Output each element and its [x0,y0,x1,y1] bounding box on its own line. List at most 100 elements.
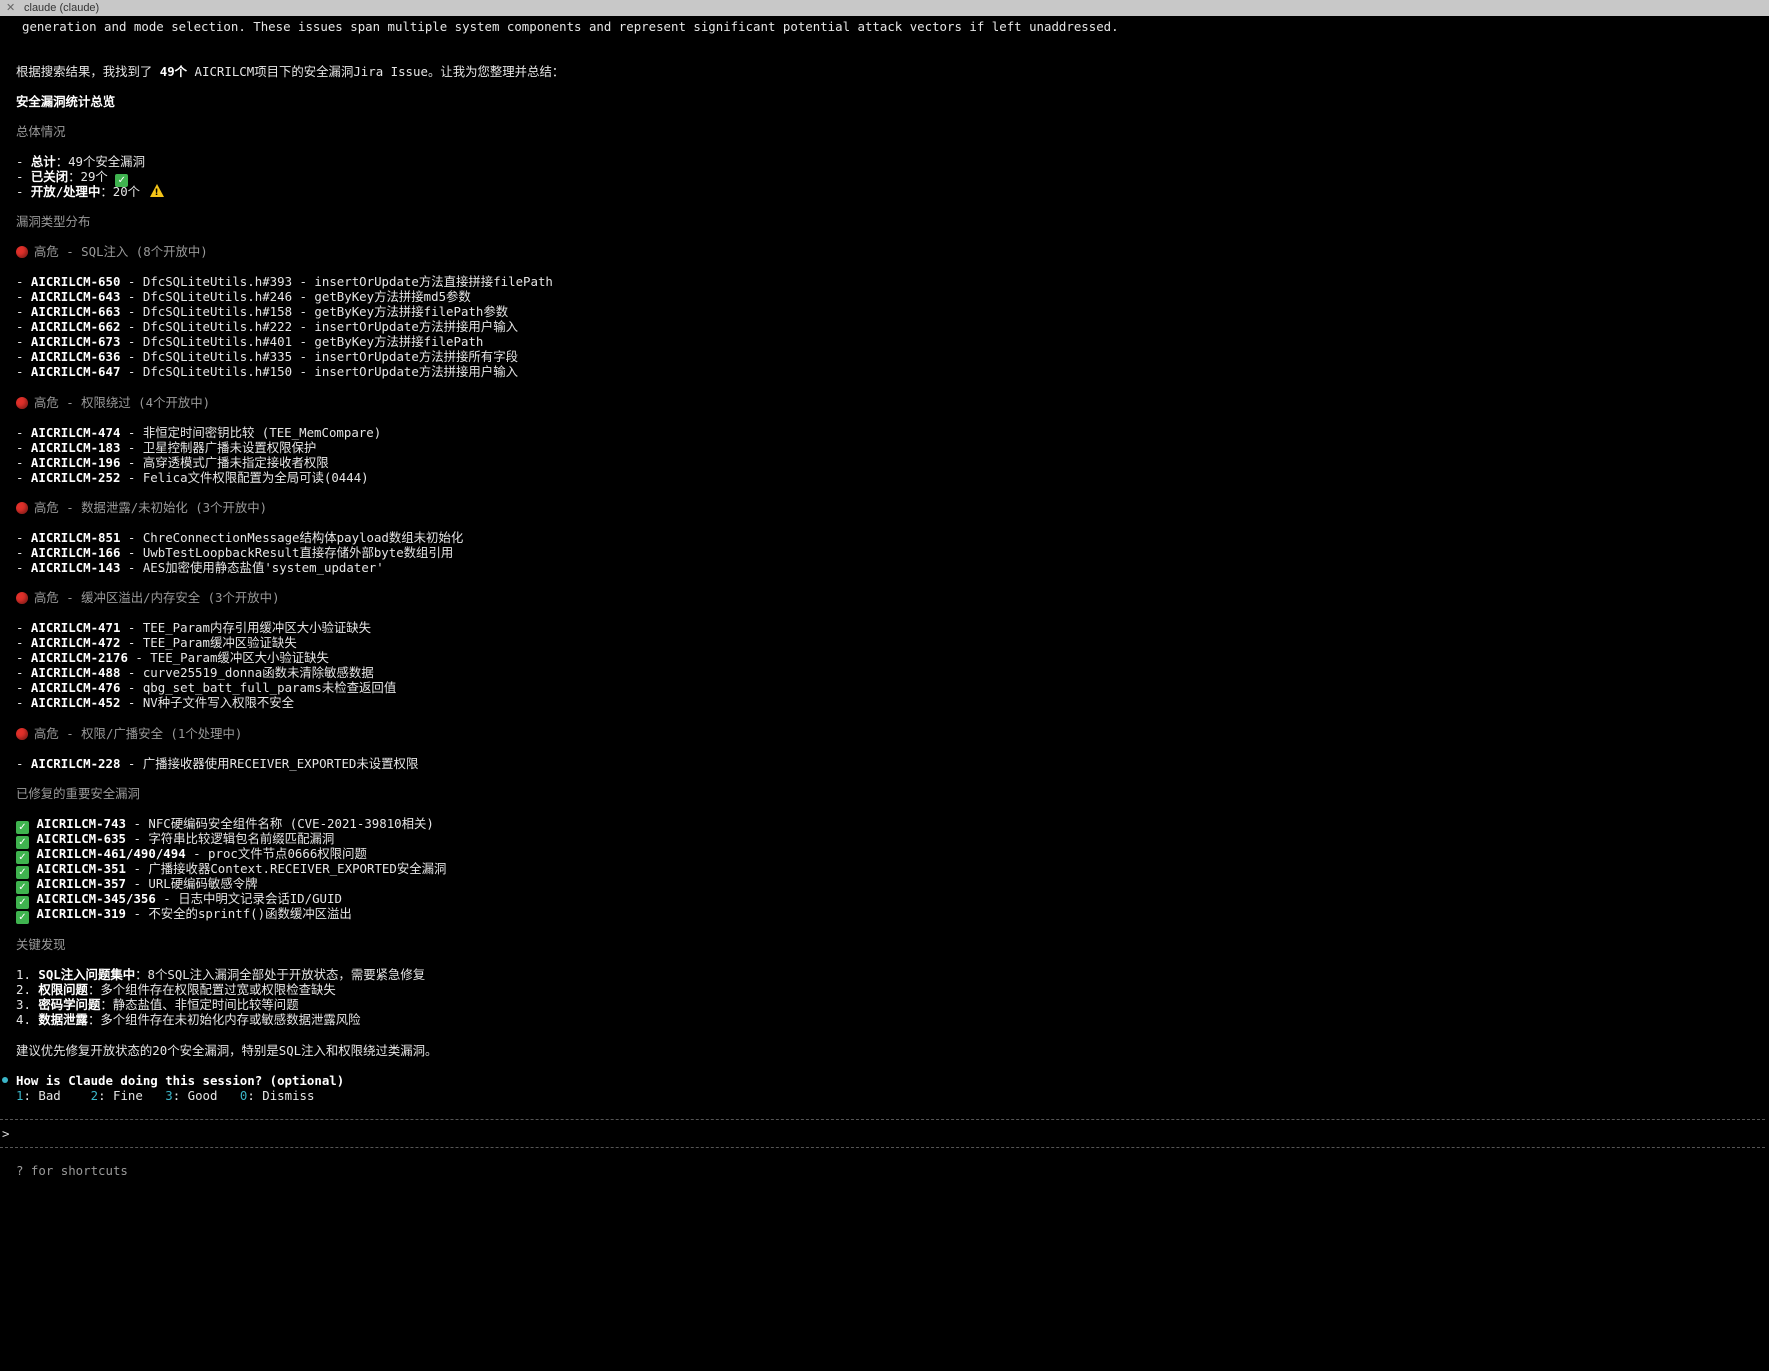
finding-desc: ：静态盐值、非恒定时间比较等问题 [100,997,299,1012]
finding-label: 权限问题 [38,982,88,997]
warning-icon [149,184,164,202]
issue-desc: - DfcSQLiteUtils.h#158 - getByKey方法拼接fil… [120,304,509,319]
issue-desc: - DfcSQLiteUtils.h#335 - insertOrUpdate方… [120,349,518,364]
chat-input[interactable] [16,1125,1756,1142]
issue-id: AICRILCM-357 [36,876,126,891]
finding-label: 密码学问题 [38,997,101,1012]
recommendation: 建议优先修复开放状态的20个安全漏洞，特别是SQL注入和权限绕过类漏洞。 [16,1043,438,1058]
issue-id: AICRILCM-472 [30,635,121,650]
finding-num: 4. [16,1012,39,1027]
issue-id: AICRILCM-643 [30,289,121,304]
issue-desc: - 不安全的sprintf()函数缓冲区溢出 [126,906,352,921]
issue-id: AICRILCM-635 [36,831,126,846]
finding-item: 4. 数据泄露：多个组件存在未初始化内存或敏感数据泄露风险 [16,1011,361,1028]
issue-desc: - TEE_Param缓冲区大小验证缺失 [127,650,329,665]
issue-desc: - ChreConnectionMessage结构体payload数组未初始化 [120,530,464,545]
intro-line: 根据搜索结果，我找到了 49个 AICRILCM项目下的安全漏洞Jira Iss… [16,63,564,80]
issue-id: AICRILCM-228 [30,756,121,771]
fixed-item: ✓ AICRILCM-319 - 不安全的sprintf()函数缓冲区溢出 [16,905,352,924]
group-heading-text: 高危 - 数据泄露/未初始化 (3个开放中) [34,500,268,515]
distribution-heading: 漏洞类型分布 [16,214,91,229]
issue-id: AICRILCM-166 [30,545,121,560]
top-line: generation and mode selection. These iss… [22,19,1119,34]
issue-desc: - 高穿透模式广播未指定接收者权限 [120,455,329,470]
issue-item: - AICRILCM-143 - AES加密使用静态盐值'system_upda… [16,560,384,575]
issue-id: AICRILCM-351 [36,861,126,876]
issue-item: - AICRILCM-452 - NV种子文件写入权限不安全 [16,695,295,710]
overall-heading: 总体情况 [16,124,66,139]
issue-id: AICRILCM-252 [30,470,121,485]
issue-id: AICRILCM-471 [30,620,121,635]
overall-value: ：29个 [68,169,116,184]
finding-num: 2. [16,982,39,997]
red-circle-icon [16,728,28,740]
issue-id: AICRILCM-851 [30,530,121,545]
summary-title: 安全漏洞统计总览 [16,94,116,109]
issue-id: AICRILCM-650 [30,274,121,289]
issue-desc: - 广播接收器Context.RECEIVER_EXPORTED安全漏洞 [126,861,447,876]
issue-desc: - Felica文件权限配置为全局可读(0444) [120,470,369,485]
red-circle-icon [16,592,28,604]
option-label: : Bad [23,1088,61,1103]
issue-desc: - AES加密使用静态盐值'system_updater' [120,560,384,575]
finding-label: 数据泄露 [38,1012,88,1027]
intro-count: 49个 [159,64,188,79]
issue-desc: - 字符串比较逻辑包名前缀匹配漏洞 [126,831,335,846]
issue-desc: - qbg_set_batt_full_params未检查返回值 [120,680,397,695]
check-mark-icon: ✓ [16,911,29,924]
issue-desc: - 广播接收器使用RECEIVER_EXPORTED未设置权限 [120,756,419,771]
issue-desc: - DfcSQLiteUtils.h#393 - insertOrUpdate方… [120,274,553,289]
option-label: : Good [172,1088,218,1103]
option-label: : Fine [98,1088,143,1103]
intro-post: AICRILCM项目下的安全漏洞Jira Issue。让我为您整理并总结： [187,64,565,79]
issue-desc: - proc文件节点0666权限问题 [185,846,367,861]
issue-id: AICRILCM-319 [36,906,126,921]
overall-value: ：49个安全漏洞 [55,154,145,169]
issue-id: AICRILCM-474 [30,425,121,440]
issue-id: AICRILCM-461/490/494 [36,846,186,861]
issue-desc: - TEE_Param缓冲区验证缺失 [120,635,297,650]
group-heading-text: 高危 - SQL注入 (8个开放中) [34,244,208,259]
feedback-option-good[interactable]: 3: Good [165,1088,217,1103]
issue-item: - AICRILCM-228 - 广播接收器使用RECEIVER_EXPORTE… [16,756,419,771]
group-heading: 高危 - 缓冲区溢出/内存安全 (3个开放中) [16,589,280,606]
issue-desc: - DfcSQLiteUtils.h#401 - getByKey方法拼接fil… [120,334,484,349]
feedback-option-dismiss[interactable]: 0: Dismiss [240,1088,315,1103]
issue-desc: - curve25519_donna函数未清除敏感数据 [120,665,374,680]
issue-id: AICRILCM-183 [30,440,121,455]
window-title: claude (claude) [24,2,100,14]
issue-id: AICRILCM-196 [30,455,121,470]
group-heading: 高危 - 数据泄露/未初始化 (3个开放中) [16,499,267,516]
issue-id: AICRILCM-488 [30,665,121,680]
input-prompt: > [2,1126,10,1141]
finding-num: 3. [16,997,39,1012]
option-key: 3 [165,1088,173,1103]
issue-id: AICRILCM-2176 [30,650,128,665]
issue-id: AICRILCM-636 [30,349,121,364]
shortcuts-hint[interactable]: ? for shortcuts [16,1162,128,1179]
group-heading: 高危 - 权限绕过 (4个开放中) [16,394,210,411]
issue-desc: - TEE_Param内存引用缓冲区大小验证缺失 [120,620,372,635]
group-heading: 高危 - SQL注入 (8个开放中) [16,243,208,260]
finding-label: SQL注入问题集中 [38,967,136,982]
issue-id: AICRILCM-647 [30,364,121,379]
finding-desc: ：8个SQL注入漏洞全部处于开放状态，需要紧急修复 [135,967,426,982]
issue-desc: - DfcSQLiteUtils.h#222 - insertOrUpdate方… [120,319,518,334]
feedback-option-fine[interactable]: 2: Fine [91,1088,143,1103]
terminal-output: generation and mode selection. These iss… [0,16,1769,1371]
issue-id: AICRILCM-662 [30,319,121,334]
red-circle-icon [16,502,28,514]
feedback-option-bad[interactable]: 1: Bad [16,1088,61,1103]
issue-id: AICRILCM-345/356 [36,891,156,906]
findings-heading: 关键发现 [16,937,66,952]
issue-desc: - 日志中明文记录会话ID/GUID [155,891,342,906]
issue-item: - AICRILCM-647 - DfcSQLiteUtils.h#150 - … [16,364,518,379]
issue-desc: - NFC硬编码安全组件名称 (CVE-2021-39810相关) [126,816,434,831]
issue-id: AICRILCM-476 [30,680,121,695]
close-icon[interactable]: ✕ [6,0,15,16]
group-heading-text: 高危 - 缓冲区溢出/内存安全 (3个开放中) [34,590,280,605]
issue-desc: - 非恒定时间密钥比较 (TEE_MemCompare) [120,425,382,440]
issue-desc: - URL硬编码敏感令牌 [126,876,258,891]
issue-desc: - DfcSQLiteUtils.h#150 - insertOrUpdate方… [120,364,518,379]
red-circle-icon [16,246,28,258]
